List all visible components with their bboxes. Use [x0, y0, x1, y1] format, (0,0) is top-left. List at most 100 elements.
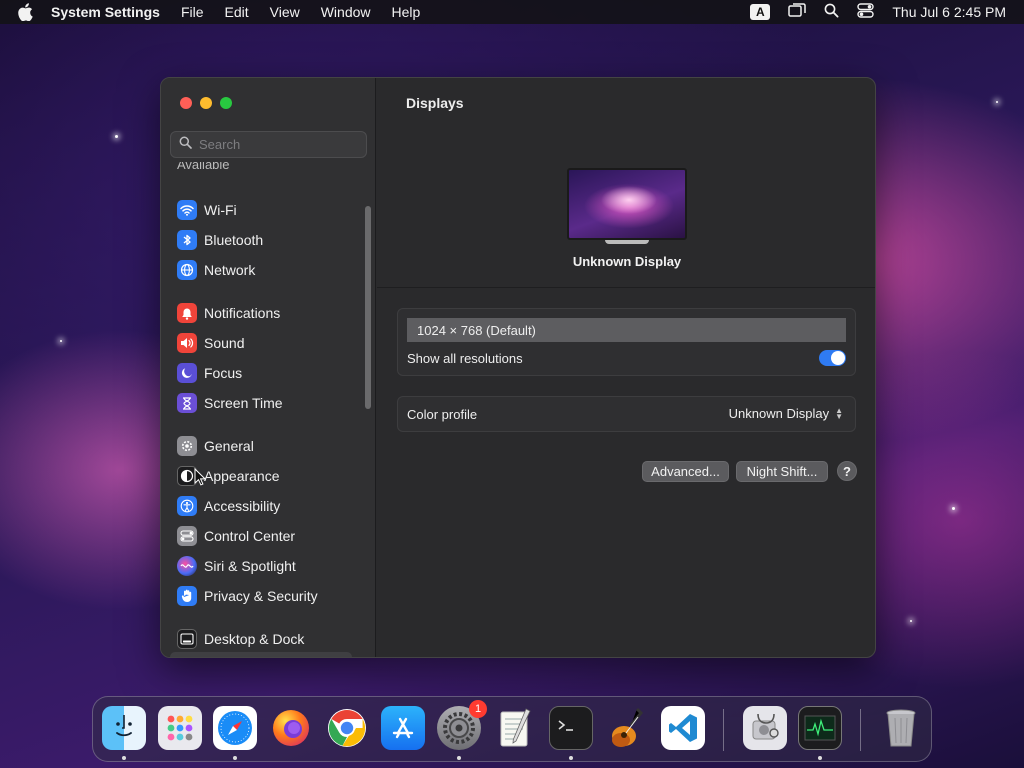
chevron-up-down-icon: ▲ ▼: [835, 405, 843, 421]
display-thumbnail: [567, 168, 687, 240]
sidebar-item-label: Network: [204, 262, 256, 278]
sidebar-item-network[interactable]: Network: [161, 255, 361, 285]
dock: 1: [92, 696, 932, 762]
menu-clock[interactable]: Thu Jul 6 2:45 PM: [892, 4, 1006, 20]
speaker-icon: [177, 333, 197, 353]
menu-view[interactable]: View: [270, 4, 300, 20]
safari-icon[interactable]: [213, 706, 257, 750]
menu-bar: System Settings File Edit View Window He…: [0, 0, 1024, 24]
star: [115, 135, 118, 138]
sidebar-item-focus[interactable]: Focus: [161, 358, 361, 388]
sidebar: Available Wi-Fi Bluetooth Network: [161, 78, 376, 657]
sidebar-item-label: Privacy & Security: [204, 588, 318, 604]
firefox-icon[interactable]: [269, 706, 313, 750]
color-profile-label: Color profile: [407, 407, 478, 422]
search-input[interactable]: [199, 137, 359, 152]
sidebar-item-label: Accessibility: [204, 498, 281, 514]
running-indicator: [122, 756, 126, 760]
color-profile-card: Color profile Unknown Display ▲ ▼: [397, 396, 856, 432]
resolution-option-selected[interactable]: 1024 × 768 (Default): [407, 318, 846, 342]
wifi-icon: [177, 200, 197, 220]
dock-separator: [860, 709, 861, 751]
sidebar-item-general[interactable]: General: [161, 431, 361, 461]
screen-mirroring-icon[interactable]: [788, 3, 807, 21]
bell-icon: [177, 303, 197, 323]
display-name-label: Unknown Display: [572, 254, 682, 269]
app-store-icon[interactable]: [381, 706, 425, 750]
search-field[interactable]: [170, 131, 367, 158]
menu-help[interactable]: Help: [392, 4, 421, 20]
display-preview[interactable]: [567, 168, 687, 244]
sidebar-item-label: Sound: [204, 335, 245, 351]
menu-window[interactable]: Window: [321, 4, 371, 20]
sidebar-scrollbar[interactable]: [365, 206, 371, 409]
sidebar-item-label: Notifications: [204, 305, 281, 321]
sidebar-item-label: Focus: [204, 365, 243, 381]
terminal-icon[interactable]: [549, 706, 593, 750]
menu-edit[interactable]: Edit: [225, 4, 249, 20]
close-window-button[interactable]: [180, 97, 192, 109]
night-shift-button[interactable]: Night Shift...: [736, 461, 828, 482]
activity-monitor-icon[interactable]: [798, 706, 842, 750]
chrome-icon[interactable]: [325, 706, 369, 750]
sidebar-list: Wi-Fi Bluetooth Network Notifications So…: [161, 195, 361, 654]
running-indicator: [818, 756, 822, 760]
sidebar-item-desktop-dock[interactable]: Desktop & Dock: [161, 624, 361, 654]
system-settings-icon[interactable]: 1: [437, 700, 487, 750]
accessibility-icon: [177, 496, 197, 516]
running-indicator: [457, 756, 461, 760]
trash-icon[interactable]: [879, 706, 923, 750]
sidebar-item-siri-spotlight[interactable]: Siri & Spotlight: [161, 551, 361, 581]
sidebar-item-label: Appearance: [204, 468, 280, 484]
page-title: Displays: [406, 95, 464, 111]
color-profile-select[interactable]: Unknown Display ▲ ▼: [729, 406, 843, 421]
input-source-icon[interactable]: A: [750, 4, 771, 20]
star: [996, 101, 998, 103]
garageband-icon[interactable]: [605, 706, 649, 750]
disk-utility-icon[interactable]: [743, 706, 787, 750]
bluetooth-icon: [177, 230, 197, 250]
sidebar-item-screen-time[interactable]: Screen Time: [161, 388, 361, 418]
zoom-window-button[interactable]: [220, 97, 232, 109]
hourglass-icon: [177, 393, 197, 413]
sidebar-item-bluetooth[interactable]: Bluetooth: [161, 225, 361, 255]
vscode-icon[interactable]: [661, 706, 705, 750]
launchpad-icon[interactable]: [158, 706, 202, 750]
sidebar-item-partial[interactable]: [170, 652, 352, 657]
dock-separator: [723, 709, 724, 751]
textedit-icon[interactable]: [493, 706, 537, 750]
sidebar-item-label: Screen Time: [204, 395, 283, 411]
resolution-card: 1024 × 768 (Default) Show all resolution…: [397, 308, 856, 376]
sidebar-item-label: Wi-Fi: [204, 202, 237, 218]
sidebar-item-sound[interactable]: Sound: [161, 328, 361, 358]
gear-icon: [177, 436, 197, 456]
advanced-button[interactable]: Advanced...: [642, 461, 729, 482]
hand-icon: [177, 586, 197, 606]
control-center-icon[interactable]: [857, 3, 875, 21]
finder-icon[interactable]: [102, 706, 146, 750]
help-button[interactable]: ?: [837, 461, 857, 481]
sidebar-item-wifi[interactable]: Wi-Fi: [161, 195, 361, 225]
notification-badge: 1: [469, 700, 487, 718]
star: [910, 620, 912, 622]
sidebar-item-accessibility[interactable]: Accessibility: [161, 491, 361, 521]
search-icon: [179, 136, 192, 154]
section-divider: [377, 287, 875, 288]
star: [60, 340, 62, 342]
running-indicator: [233, 756, 237, 760]
show-all-resolutions-toggle[interactable]: [819, 350, 846, 366]
sidebar-item-label: General: [204, 438, 254, 454]
spotlight-search-icon[interactable]: [824, 3, 839, 21]
running-indicator: [569, 756, 573, 760]
minimize-window-button[interactable]: [200, 97, 212, 109]
color-profile-value: Unknown Display: [728, 406, 830, 421]
apple-menu-icon[interactable]: [17, 3, 37, 21]
menu-app-name[interactable]: System Settings: [51, 4, 160, 20]
sidebar-item-privacy-security[interactable]: Privacy & Security: [161, 581, 361, 611]
display-stand: [605, 240, 649, 244]
sidebar-item-appearance[interactable]: Appearance: [161, 461, 361, 491]
sidebar-item-label: Siri & Spotlight: [204, 558, 296, 574]
menu-file[interactable]: File: [181, 4, 204, 20]
sidebar-item-control-center[interactable]: Control Center: [161, 521, 361, 551]
sidebar-item-notifications[interactable]: Notifications: [161, 298, 361, 328]
